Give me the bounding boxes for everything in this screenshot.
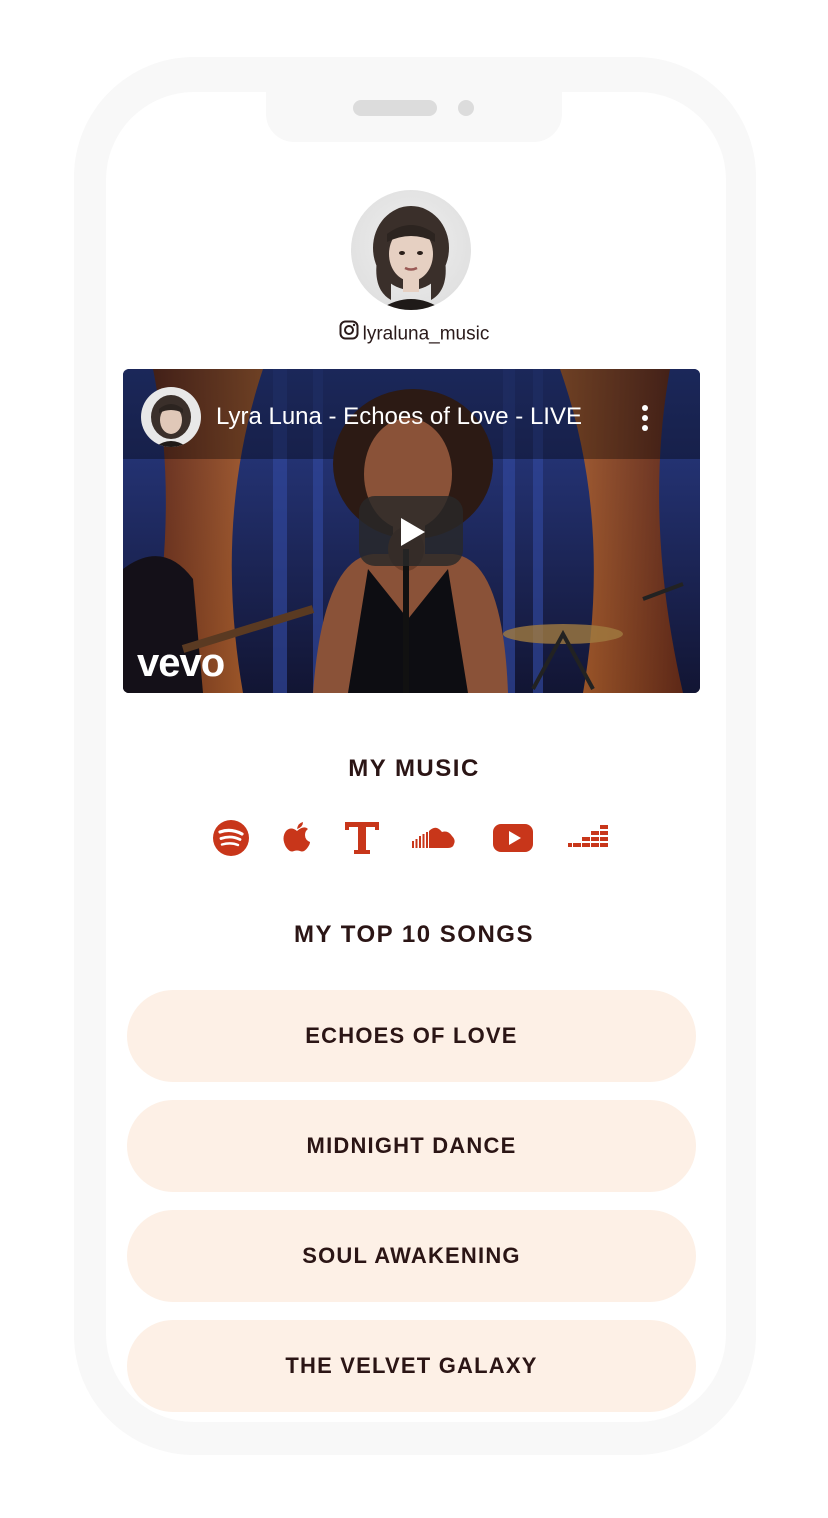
top-songs-heading: MY TOP 10 SONGS bbox=[294, 921, 534, 948]
spotify-icon[interactable] bbox=[209, 816, 253, 860]
song-button[interactable]: THE VELVET GALAXY bbox=[127, 1320, 696, 1412]
video-title[interactable]: Lyra Luna - Echoes of Love - LIVE bbox=[216, 399, 582, 435]
song-button[interactable]: ECHOES OF LOVE bbox=[127, 990, 696, 1082]
channel-avatar-portrait bbox=[151, 395, 191, 447]
front-camera bbox=[458, 100, 474, 116]
avatar-portrait bbox=[373, 206, 449, 310]
speaker-grill bbox=[353, 100, 437, 116]
deezer-icon[interactable] bbox=[566, 816, 610, 860]
instagram-handle[interactable]: lyraluna_music bbox=[0, 320, 828, 348]
music-platform-icons bbox=[0, 816, 828, 860]
play-icon bbox=[401, 518, 425, 546]
youtube-icon[interactable] bbox=[491, 816, 535, 860]
avatar[interactable] bbox=[351, 190, 471, 310]
my-music-heading: MY MUSIC bbox=[348, 755, 480, 782]
vevo-logo: vevo bbox=[137, 641, 225, 685]
channel-avatar[interactable] bbox=[141, 387, 201, 447]
tidal-icon[interactable] bbox=[340, 816, 384, 860]
video-player[interactable]: Lyra Luna - Echoes of Love - LIVE vevo bbox=[123, 369, 700, 693]
handle-text: lyraluna_music bbox=[362, 323, 490, 345]
song-button[interactable]: MIDNIGHT DANCE bbox=[127, 1100, 696, 1192]
more-options-icon[interactable] bbox=[635, 403, 655, 433]
apple-music-icon[interactable] bbox=[275, 816, 319, 860]
soundcloud-icon[interactable] bbox=[412, 816, 456, 860]
song-button[interactable]: SOUL AWAKENING bbox=[127, 1210, 696, 1302]
play-button[interactable] bbox=[359, 496, 463, 566]
instagram-icon bbox=[339, 320, 359, 349]
